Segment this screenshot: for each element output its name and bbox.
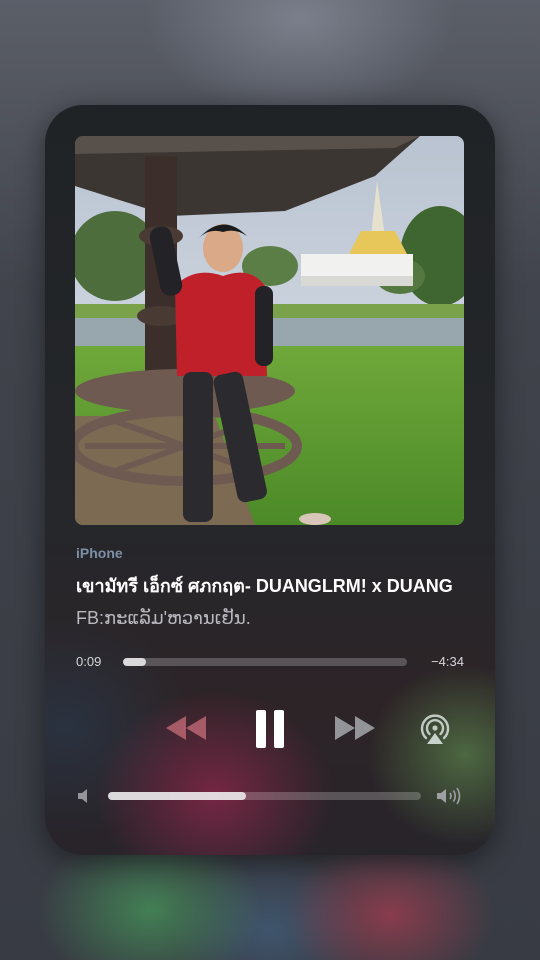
playback-progress-fill — [123, 658, 146, 666]
song-artist: FB:ກະແລັມ'ຫວານເຢັນ. — [76, 608, 251, 628]
remaining-time: −4:34 — [431, 654, 464, 669]
airplay-button[interactable] — [415, 709, 455, 749]
elapsed-time: 0:09 — [76, 654, 102, 669]
fast-forward-icon — [335, 716, 375, 740]
speaker-high-icon — [436, 786, 464, 806]
volume-fill — [108, 792, 246, 800]
song-title: เขามัทรี เอ็กซ์ ศภกฤต- DUANGLRM! x DUANG — [76, 576, 453, 596]
volume-slider[interactable] — [108, 792, 421, 800]
pause-icon — [256, 710, 284, 748]
rewind-icon — [166, 716, 206, 740]
album-artwork — [75, 136, 464, 525]
fast-forward-button[interactable] — [329, 710, 381, 746]
speaker-low-icon — [77, 787, 93, 805]
output-device-label: iPhone — [76, 545, 123, 561]
now-playing-card: iPhone เขามัทรี เอ็กซ์ ศภกฤต- DUANGLRM! … — [45, 105, 495, 855]
airplay-icon — [420, 714, 450, 744]
rewind-button[interactable] — [160, 710, 212, 746]
playback-scrubber[interactable] — [123, 658, 407, 666]
pause-button[interactable] — [250, 707, 290, 751]
